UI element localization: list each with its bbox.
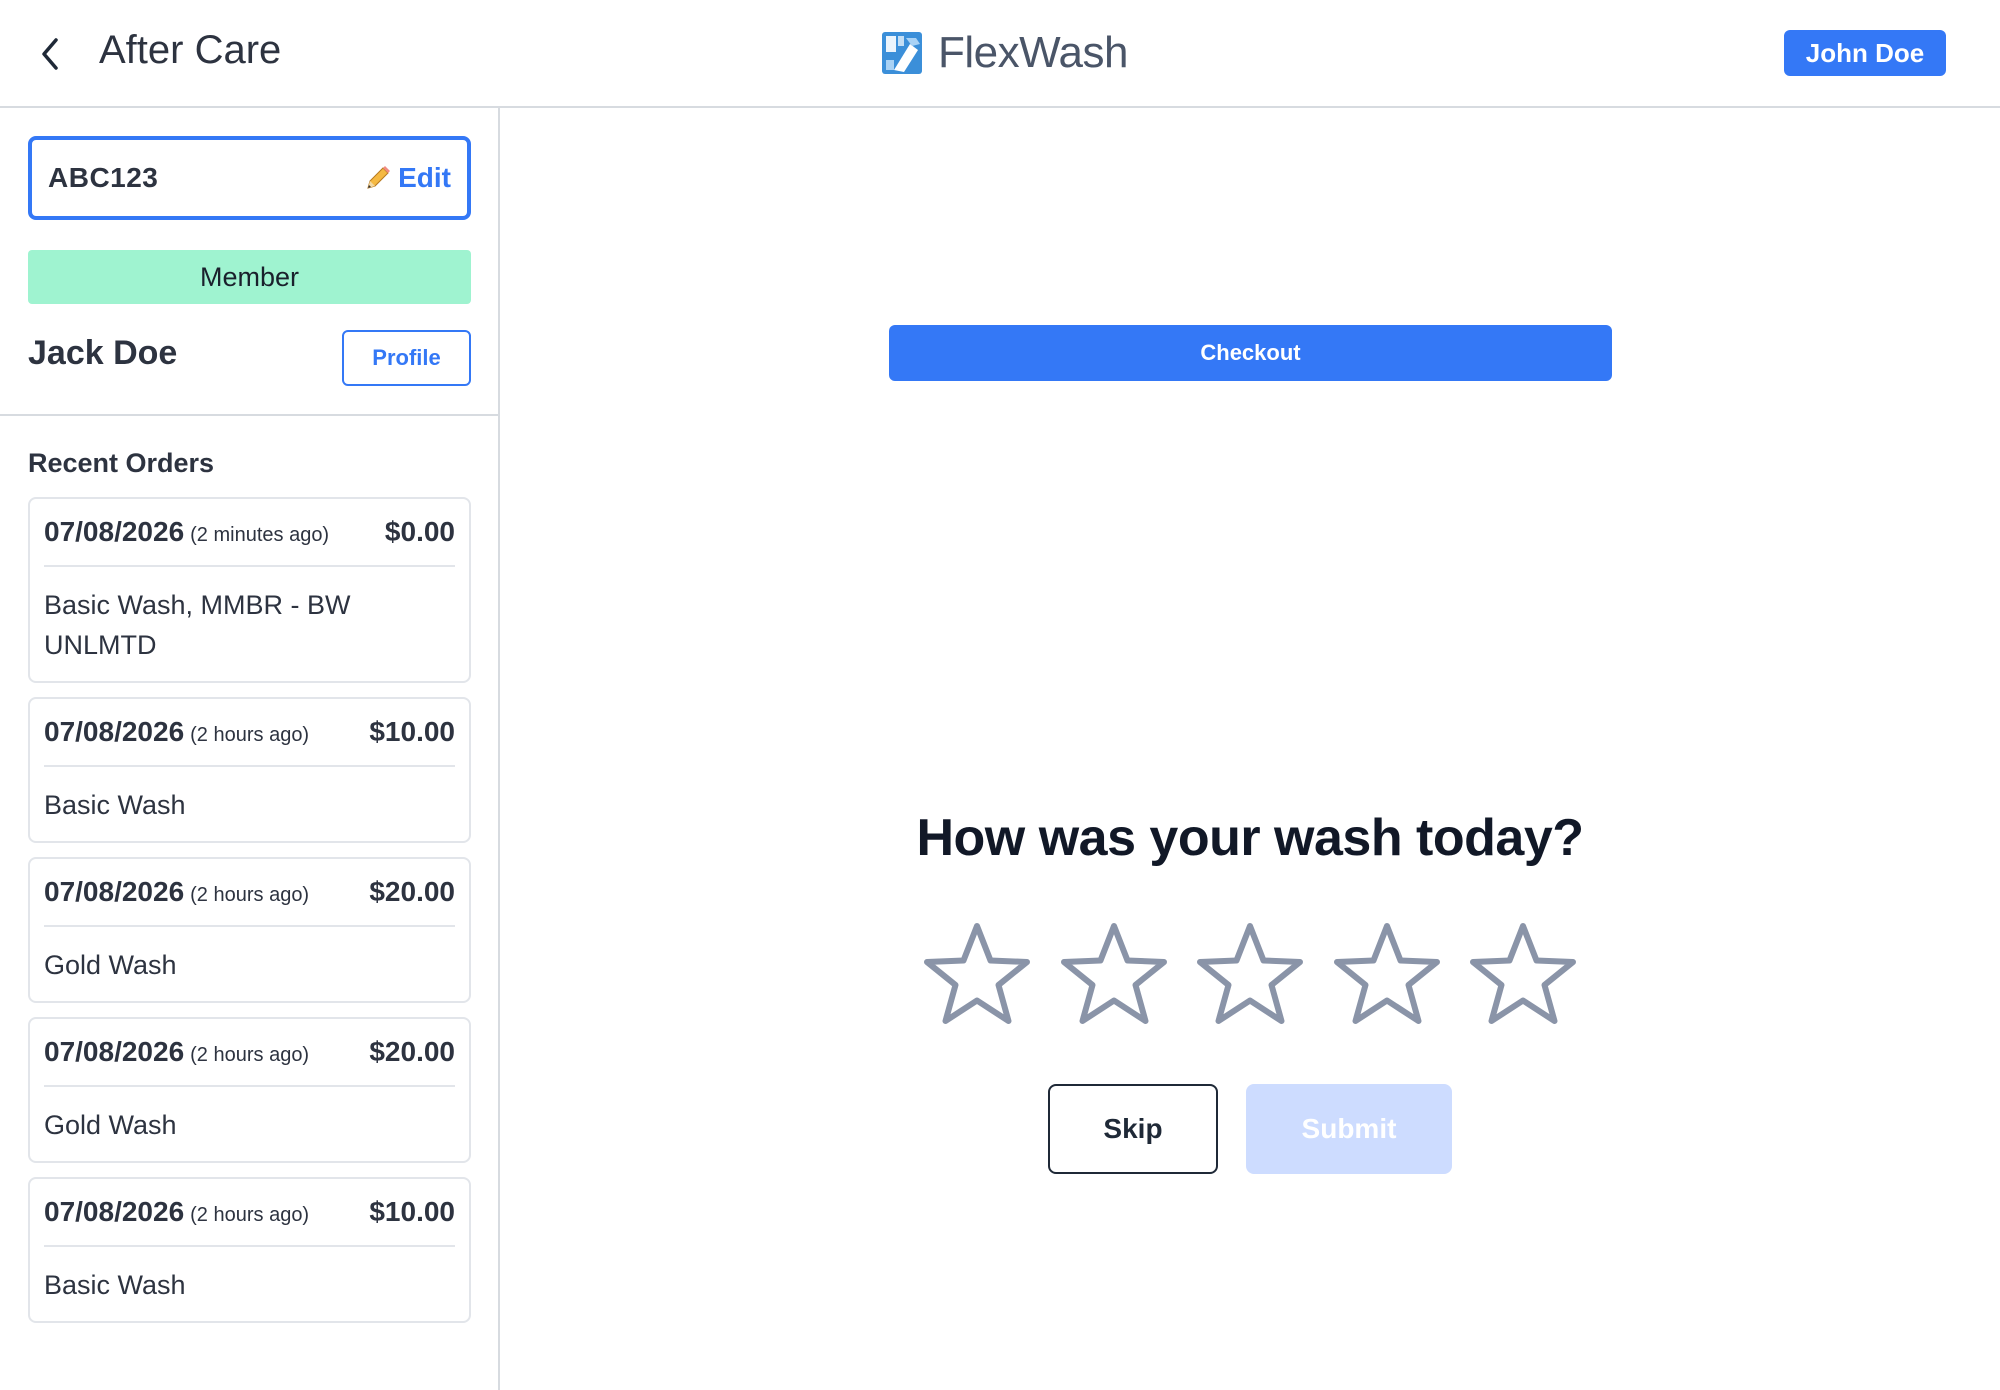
- license-plate-field[interactable]: ABC123 Edit: [28, 136, 471, 220]
- order-date: 07/08/2026: [44, 516, 185, 547]
- skip-button[interactable]: Skip: [1048, 1084, 1218, 1174]
- order-items: Gold Wash: [44, 950, 177, 980]
- app-header: After Care FlexWash John Doe: [0, 0, 2000, 108]
- order-relative-time: (2 hours ago): [190, 884, 310, 906]
- recent-orders-title: Recent Orders: [28, 448, 215, 478]
- flexwash-logo-icon: [882, 32, 922, 74]
- recent-orders-list: 07/08/2026 (2 minutes ago) $0.00 Basic Wa…: [28, 497, 471, 1337]
- order-header: 07/08/2026 (2 hours ago) $10.00: [44, 699, 455, 767]
- order-price: $20.00: [369, 876, 455, 907]
- order-items: Gold Wash: [44, 1110, 177, 1140]
- order-relative-time: (2 hours ago): [190, 724, 310, 746]
- order-card[interactable]: 07/08/2026 (2 hours ago) $20.00 Gold Wash: [28, 1017, 471, 1163]
- customer-name: Jack Doe: [28, 334, 178, 372]
- divider: [0, 414, 498, 416]
- order-card[interactable]: 07/08/2026 (2 hours ago) $10.00 Basic Was…: [28, 1177, 471, 1323]
- order-card[interactable]: 07/08/2026 (2 minutes ago) $0.00 Basic Wa…: [28, 497, 471, 683]
- star-rating: [920, 920, 1580, 1030]
- order-date: 07/08/2026: [44, 876, 185, 907]
- order-header: 07/08/2026 (2 minutes ago) $0.00: [44, 499, 455, 567]
- back-button[interactable]: [30, 30, 70, 78]
- order-relative-time: (2 hours ago): [190, 1044, 310, 1066]
- profile-button[interactable]: Profile: [342, 330, 471, 386]
- star-icon[interactable]: [1193, 920, 1307, 1030]
- star-icon[interactable]: [1330, 920, 1444, 1030]
- submit-button[interactable]: Submit: [1246, 1084, 1452, 1174]
- order-price: $10.00: [369, 1196, 455, 1227]
- pencil-icon: [367, 166, 391, 189]
- order-header: 07/08/2026 (2 hours ago) $10.00: [44, 1179, 455, 1247]
- chevron-left-icon: [42, 38, 58, 70]
- order-header: 07/08/2026 (2 hours ago) $20.00: [44, 859, 455, 927]
- order-items: Basic Wash, MMBR - BW UNLMTD: [44, 590, 351, 660]
- order-date: 07/08/2026: [44, 1036, 185, 1067]
- user-menu-button[interactable]: John Doe: [1784, 30, 1946, 76]
- order-items: Basic Wash: [44, 1270, 186, 1300]
- edit-plate-button[interactable]: Edit: [364, 162, 451, 194]
- order-relative-time: (2 hours ago): [190, 1204, 310, 1226]
- page-title: After Care: [99, 28, 282, 72]
- order-items: Basic Wash: [44, 790, 186, 820]
- star-icon[interactable]: [1466, 920, 1580, 1030]
- order-date: 07/08/2026: [44, 1196, 185, 1227]
- order-card[interactable]: 07/08/2026 (2 hours ago) $10.00 Basic Was…: [28, 697, 471, 843]
- brand-name: FlexWash: [938, 28, 1128, 77]
- member-status-badge: Member: [28, 250, 471, 304]
- order-date: 07/08/2026: [44, 716, 185, 747]
- customer-sidebar: ABC123 Edit Member Jack Doe Profile Rece…: [0, 108, 500, 1390]
- edit-label: Edit: [398, 162, 451, 193]
- order-price: $0.00: [384, 516, 455, 547]
- order-price: $10.00: [369, 716, 455, 747]
- checkout-button[interactable]: Checkout: [889, 325, 1612, 381]
- order-card[interactable]: 07/08/2026 (2 hours ago) $20.00 Gold Wash: [28, 857, 471, 1003]
- brand: FlexWash: [880, 28, 1128, 78]
- star-icon[interactable]: [920, 920, 1034, 1030]
- rating-question: How was your wash today?: [916, 809, 1584, 867]
- star-icon[interactable]: [1057, 920, 1171, 1030]
- order-relative-time: (2 minutes ago): [190, 524, 330, 546]
- order-price: $20.00: [369, 1036, 455, 1067]
- order-header: 07/08/2026 (2 hours ago) $20.00: [44, 1019, 455, 1087]
- license-plate-value: ABC123: [48, 162, 159, 193]
